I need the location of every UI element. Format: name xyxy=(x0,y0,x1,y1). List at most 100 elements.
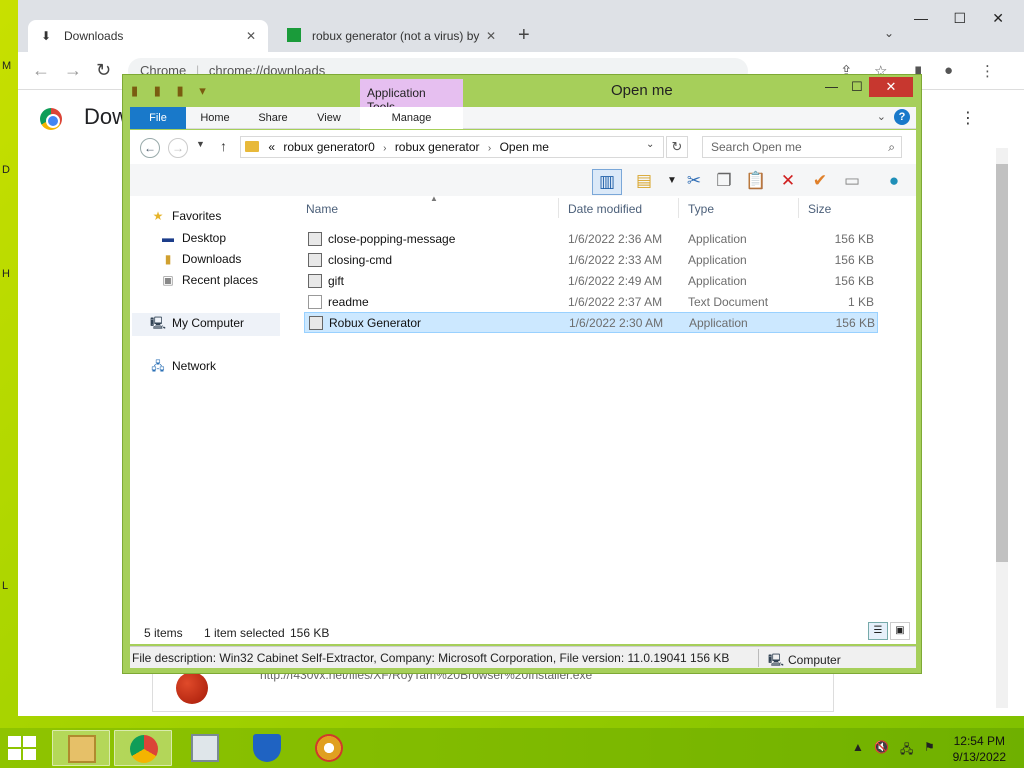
chevron-down-icon[interactable]: ▼ xyxy=(660,169,684,193)
file-name: Robux Generator xyxy=(329,316,422,330)
file-name: gift xyxy=(328,274,345,288)
file-row[interactable]: readme 1/6/2022 2:37 AM Text Document 1 … xyxy=(304,292,878,313)
column-divider[interactable] xyxy=(558,198,559,218)
forward-button[interactable]: → xyxy=(64,60,82,81)
chrome-tab-strip: ⬇ Downloads ✕ robux generator (not a vir… xyxy=(18,0,1024,52)
roytam-browser-icon xyxy=(315,734,343,762)
copy-icon[interactable]: ❐ xyxy=(712,169,736,193)
tab-title: Downloads xyxy=(64,29,124,43)
rename-icon[interactable]: ▭ xyxy=(840,169,864,193)
column-header-name[interactable]: Name xyxy=(306,202,338,216)
refresh-button[interactable]: ↻ xyxy=(666,136,688,158)
tab-share[interactable]: Share xyxy=(248,107,298,129)
windows-start-icon[interactable] xyxy=(8,736,38,760)
breadcrumb-item[interactable]: robux generator0 xyxy=(283,140,374,154)
back-button[interactable]: ← xyxy=(140,138,160,158)
nav-network[interactable]: 🖧 Network xyxy=(150,357,216,378)
chrome-logo-icon xyxy=(40,108,62,130)
up-folder-button[interactable]: ↑ xyxy=(220,138,227,154)
cut-icon[interactable]: ✂ xyxy=(682,169,706,193)
taskbar-roytam-browser[interactable] xyxy=(300,730,358,766)
breadcrumb-item[interactable]: robux generator xyxy=(395,140,480,154)
chevron-down-icon[interactable]: ⌄ xyxy=(884,26,894,40)
file-explorer-icon xyxy=(68,735,96,763)
help-icon[interactable]: ? xyxy=(894,109,910,125)
column-divider[interactable] xyxy=(798,198,799,218)
tab-robux-generator[interactable]: robux generator (not a virus) by ✕ xyxy=(276,20,508,52)
tab-home[interactable]: Home xyxy=(190,107,240,129)
system-clock[interactable]: 12:54 PM 9/13/2022 xyxy=(953,733,1006,765)
back-button[interactable]: ← xyxy=(32,60,50,81)
breadcrumb[interactable]: « robux generator0 › robux generator › O… xyxy=(240,136,664,158)
chevron-down-icon[interactable]: ⌄ xyxy=(646,139,654,150)
page-menu-icon[interactable]: ⋮ xyxy=(960,108,976,128)
minimize-button[interactable]: — xyxy=(825,79,838,94)
breadcrumb-item[interactable]: Open me xyxy=(500,140,549,154)
quick-access-toolbar[interactable]: ▮ ▮ ▮ ▾ xyxy=(131,83,212,99)
taskbar-file-explorer[interactable] xyxy=(52,730,110,766)
minimize-button[interactable]: — xyxy=(914,10,928,26)
location-label: 🖳 Computer xyxy=(768,653,841,667)
nav-my-computer[interactable]: 🖳 My Computer xyxy=(132,313,280,336)
file-row[interactable]: gift 1/6/2022 2:49 AM Application 156 KB xyxy=(304,271,878,292)
file-name: readme xyxy=(328,295,369,309)
ribbon-tabs: File Home Share View Manage ⌄ ? xyxy=(130,107,916,129)
network-status-icon[interactable]: 🖧 xyxy=(900,740,913,761)
file-size: 156 KB xyxy=(834,253,874,267)
new-tab-button[interactable]: + xyxy=(518,24,530,47)
tab-file[interactable]: File xyxy=(130,107,186,129)
action-center-icon[interactable]: ⚑ xyxy=(924,740,935,754)
expand-ribbon-icon[interactable]: ⌄ xyxy=(877,110,886,123)
large-icons-view-icon[interactable]: ▣ xyxy=(890,622,910,640)
column-divider[interactable] xyxy=(678,198,679,218)
chevron-right-icon[interactable]: › xyxy=(383,143,386,154)
file-date: 1/6/2022 2:49 AM xyxy=(568,274,663,288)
globe-icon[interactable]: ● xyxy=(882,169,906,193)
tab-manage[interactable]: Manage xyxy=(360,107,463,129)
properties-icon[interactable]: ▤ xyxy=(632,169,656,193)
file-description: File description: Win32 Cabinet Self-Ext… xyxy=(132,651,730,665)
chrome-menu-icon[interactable]: ⋮ xyxy=(980,62,995,80)
details-view-icon[interactable]: ☰ xyxy=(868,622,888,640)
close-window-button[interactable]: ✕ xyxy=(869,77,913,97)
nav-desktop[interactable]: ▬ Desktop xyxy=(160,231,226,245)
close-window-button[interactable]: ✕ xyxy=(992,10,1004,27)
selected-count: 1 item selected xyxy=(204,626,285,640)
tab-view[interactable]: View xyxy=(306,107,352,129)
breadcrumb-overflow[interactable]: « xyxy=(268,140,275,154)
close-tab-icon[interactable]: ✕ xyxy=(244,29,258,43)
recent-locations-icon[interactable]: ▼ xyxy=(196,139,205,149)
preview-pane-icon[interactable]: ▥ xyxy=(592,169,622,195)
file-row[interactable]: close-popping-message 1/6/2022 2:36 AM A… xyxy=(304,229,878,250)
scrollbar-thumb[interactable] xyxy=(996,164,1008,562)
file-list: ▲ Name Date modified Type Size close-pop… xyxy=(304,194,904,622)
checkmark-icon[interactable]: ✔ xyxy=(808,169,832,193)
volume-muted-icon[interactable]: 🔇 xyxy=(874,740,889,754)
column-header-size[interactable]: Size xyxy=(808,202,831,216)
column-header-date[interactable]: Date modified xyxy=(568,202,642,216)
taskbar-windows-defender[interactable] xyxy=(238,730,296,766)
file-row[interactable]: closing-cmd 1/6/2022 2:33 AM Application… xyxy=(304,250,878,271)
nav-favorites[interactable]: ★ Favorites xyxy=(150,209,222,223)
reload-button[interactable]: ↻ xyxy=(96,60,111,81)
taskbar-chrome[interactable] xyxy=(114,730,172,766)
close-tab-icon[interactable]: ✕ xyxy=(484,29,498,43)
taskbar-task-manager[interactable] xyxy=(176,730,234,766)
search-input[interactable]: Search Open me ⌕ xyxy=(702,136,902,158)
maximize-button[interactable]: ☐ xyxy=(851,79,863,95)
nav-recent-places[interactable]: ▣ Recent places xyxy=(160,273,258,287)
chevron-right-icon[interactable]: › xyxy=(488,143,491,154)
details-bar: File description: Win32 Cabinet Self-Ext… xyxy=(130,646,916,668)
column-header-type[interactable]: Type xyxy=(688,202,714,216)
maximize-button[interactable]: ☐ xyxy=(953,10,966,27)
profile-icon[interactable]: ● xyxy=(944,62,953,79)
nav-downloads[interactable]: ▮ Downloads xyxy=(160,252,242,266)
forward-button[interactable]: → xyxy=(168,138,188,158)
tab-downloads[interactable]: ⬇ Downloads ✕ xyxy=(28,20,268,52)
paste-icon[interactable]: 📋 xyxy=(744,169,768,193)
file-row-selected[interactable]: Robux Generator 1/6/2022 2:30 AM Applica… xyxy=(304,312,878,333)
delete-icon[interactable]: ✕ xyxy=(776,169,800,193)
site-icon xyxy=(286,27,302,45)
explorer-content: ★ Favorites ▬ Desktop ▮ Downloads ▣ Recent p… xyxy=(130,194,916,622)
show-hidden-icons-icon[interactable]: ▲ xyxy=(852,740,864,754)
